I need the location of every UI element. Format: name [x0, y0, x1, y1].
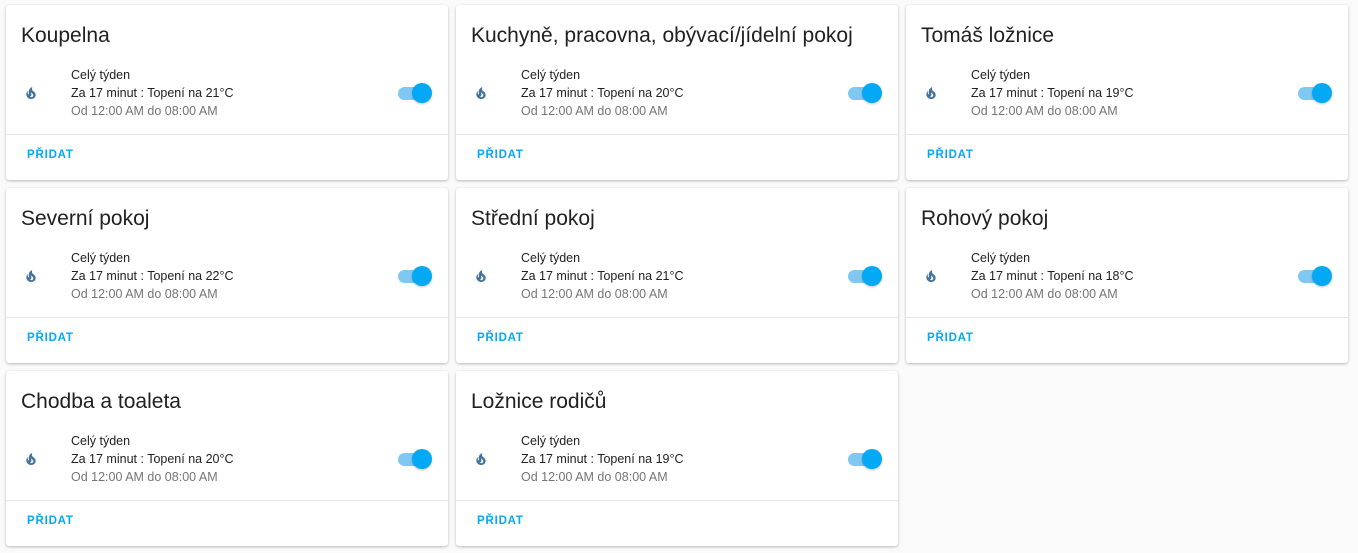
schedule-entry[interactable]: Celý týden Za 17 minut : Topení na 20°C …	[6, 431, 448, 487]
schedule-days: Celý týden	[521, 251, 581, 265]
scheduler-card: Tomáš ložnice Celý týden Za 17 minut : T…	[906, 5, 1348, 180]
schedule-summary: Za 17 minut : Topení na 19°C	[521, 452, 684, 466]
add-button[interactable]: PŘIDAT	[919, 144, 982, 166]
schedule-entry[interactable]: Celý týden Za 17 minut : Topení na 22°C …	[6, 248, 448, 304]
schedule-time: Od 12:00 AM do 08:00 AM	[71, 287, 218, 301]
schedule-summary: Za 17 minut : Topení na 19°C	[971, 86, 1134, 100]
schedule-days: Celý týden	[521, 434, 581, 448]
schedule-time: Od 12:00 AM do 08:00 AM	[521, 287, 668, 301]
card-divider	[906, 317, 1348, 318]
schedule-time: Od 12:00 AM do 08:00 AM	[971, 287, 1118, 301]
schedule-toggle[interactable]	[396, 449, 432, 469]
flame-icon	[926, 87, 936, 99]
flame-icon	[476, 270, 486, 282]
schedule-time: Od 12:00 AM do 08:00 AM	[71, 104, 218, 118]
toggle-knob	[412, 83, 432, 103]
schedule-days: Celý týden	[521, 68, 581, 82]
schedule-time: Od 12:00 AM do 08:00 AM	[521, 470, 668, 484]
add-button[interactable]: PŘIDAT	[469, 510, 532, 532]
schedule-entry[interactable]: Celý týden Za 17 minut : Topení na 19°C …	[906, 65, 1348, 121]
add-button[interactable]: PŘIDAT	[19, 510, 82, 532]
toggle-knob	[412, 266, 432, 286]
add-button[interactable]: PŘIDAT	[469, 144, 532, 166]
schedule-entry[interactable]: Celý týden Za 17 minut : Topení na 20°C …	[456, 65, 898, 121]
scheduler-card: Střední pokoj Celý týden Za 17 minut : T…	[456, 188, 898, 363]
schedule-entry[interactable]: Celý týden Za 17 minut : Topení na 21°C …	[6, 65, 448, 121]
card-title: Chodba a toaleta	[21, 390, 181, 413]
toggle-knob	[412, 449, 432, 469]
card-divider	[906, 134, 1348, 135]
scheduler-card: Koupelna Celý týden Za 17 minut : Topení…	[6, 5, 448, 180]
schedule-time: Od 12:00 AM do 08:00 AM	[971, 104, 1118, 118]
schedule-summary: Za 17 minut : Topení na 18°C	[971, 269, 1134, 283]
scheduler-card: Rohový pokoj Celý týden Za 17 minut : To…	[906, 188, 1348, 363]
schedule-days: Celý týden	[971, 68, 1031, 82]
card-title: Ložnice rodičů	[471, 390, 607, 413]
add-button[interactable]: PŘIDAT	[19, 327, 82, 349]
schedule-summary: Za 17 minut : Topení na 22°C	[71, 269, 234, 283]
schedule-time: Od 12:00 AM do 08:00 AM	[71, 470, 218, 484]
scheduler-card: Kuchyně, pracovna, obývací/jídelní pokoj…	[456, 5, 898, 180]
schedule-days: Celý týden	[71, 251, 131, 265]
scheduler-card: Severní pokoj Celý týden Za 17 minut : T…	[6, 188, 448, 363]
schedule-toggle[interactable]	[846, 266, 882, 286]
card-divider	[6, 500, 448, 501]
schedule-toggle[interactable]	[846, 449, 882, 469]
toggle-knob	[1312, 266, 1332, 286]
add-button[interactable]: PŘIDAT	[919, 327, 982, 349]
card-title: Kuchyně, pracovna, obývací/jídelní pokoj	[471, 24, 853, 47]
flame-icon	[926, 270, 936, 282]
schedule-summary: Za 17 minut : Topení na 20°C	[521, 86, 684, 100]
flame-icon	[26, 270, 36, 282]
toggle-knob	[862, 449, 882, 469]
card-title: Severní pokoj	[21, 207, 150, 230]
card-divider	[456, 500, 898, 501]
flame-icon	[26, 453, 36, 465]
scheduler-card-grid: Koupelna Celý týden Za 17 minut : Topení…	[6, 5, 1348, 546]
schedule-toggle[interactable]	[1296, 266, 1332, 286]
scheduler-card: Chodba a toaleta Celý týden Za 17 minut …	[6, 371, 448, 546]
schedule-toggle[interactable]	[396, 83, 432, 103]
card-title: Střední pokoj	[471, 207, 595, 230]
flame-icon	[476, 87, 486, 99]
schedule-summary: Za 17 minut : Topení na 21°C	[521, 269, 684, 283]
toggle-knob	[862, 266, 882, 286]
card-title: Koupelna	[21, 24, 110, 47]
card-divider	[6, 134, 448, 135]
card-title: Rohový pokoj	[921, 207, 1049, 230]
schedule-days: Celý týden	[971, 251, 1031, 265]
schedule-days: Celý týden	[71, 68, 131, 82]
flame-icon	[476, 453, 486, 465]
card-divider	[456, 134, 898, 135]
schedule-toggle[interactable]	[1296, 83, 1332, 103]
scheduler-card: Ložnice rodičů Celý týden Za 17 minut : …	[456, 371, 898, 546]
schedule-time: Od 12:00 AM do 08:00 AM	[521, 104, 668, 118]
schedule-toggle[interactable]	[396, 266, 432, 286]
schedule-summary: Za 17 minut : Topení na 21°C	[71, 86, 234, 100]
schedule-toggle[interactable]	[846, 83, 882, 103]
schedule-entry[interactable]: Celý týden Za 17 minut : Topení na 18°C …	[906, 248, 1348, 304]
card-title: Tomáš ložnice	[921, 24, 1055, 47]
schedule-summary: Za 17 minut : Topení na 20°C	[71, 452, 234, 466]
add-button[interactable]: PŘIDAT	[19, 144, 82, 166]
card-divider	[6, 317, 448, 318]
toggle-knob	[862, 83, 882, 103]
toggle-knob	[1312, 83, 1332, 103]
schedule-days: Celý týden	[71, 434, 131, 448]
flame-icon	[26, 87, 36, 99]
schedule-entry[interactable]: Celý týden Za 17 minut : Topení na 19°C …	[456, 431, 898, 487]
add-button[interactable]: PŘIDAT	[469, 327, 532, 349]
card-divider	[456, 317, 898, 318]
schedule-entry[interactable]: Celý týden Za 17 minut : Topení na 21°C …	[456, 248, 898, 304]
